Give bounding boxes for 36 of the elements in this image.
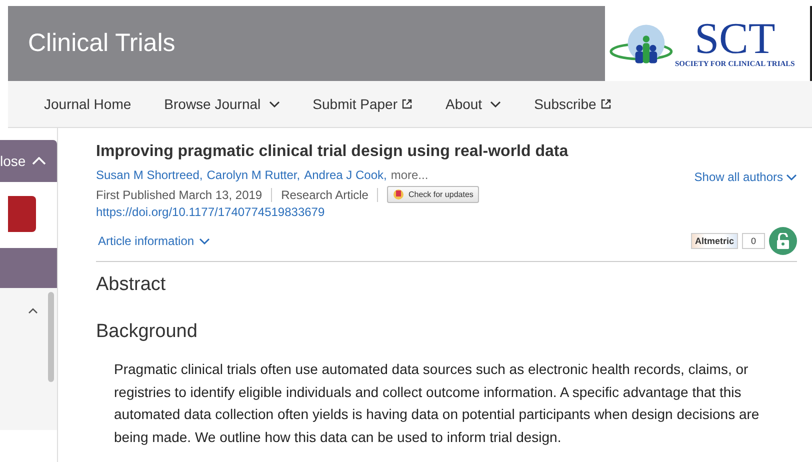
chevron-down-icon xyxy=(786,174,797,180)
check-updates-button[interactable]: Check for updates xyxy=(387,186,480,203)
author-link[interactable]: Andrea J Cook, xyxy=(304,168,387,182)
altmetric-count: 0 xyxy=(742,233,765,249)
sidebar-toggle[interactable]: lose xyxy=(0,140,57,182)
altmetric-badge[interactable]: Altmetric xyxy=(690,233,738,249)
author-link[interactable]: Susan M Shortreed, xyxy=(96,168,203,182)
badge-icon xyxy=(393,189,404,200)
scrollbar-thumb[interactable] xyxy=(48,292,54,382)
doi-link[interactable]: https://doi.org/10.1177/1740774519833679 xyxy=(96,205,325,219)
chevron-down-icon xyxy=(199,238,210,244)
article-info-link[interactable]: Article information xyxy=(98,234,210,248)
sidebar-tab[interactable] xyxy=(0,248,57,288)
chevron-up-icon xyxy=(32,157,46,165)
nav-link[interactable]: About xyxy=(445,96,502,112)
publication-date: First Published March 13, 2019 xyxy=(96,188,262,202)
show-all-authors-link[interactable]: Show all authors xyxy=(694,170,797,184)
sidebar-button[interactable] xyxy=(8,196,36,232)
nav-link[interactable]: Subscribe xyxy=(534,96,612,112)
chevron-down-icon xyxy=(268,100,280,108)
chevron-up-icon[interactable] xyxy=(28,308,38,314)
logo-wordmark: SCT xyxy=(694,19,776,59)
nav-link[interactable]: Browse Journal xyxy=(164,96,280,112)
subsection-heading: Background xyxy=(96,321,198,343)
article-type: Research Article xyxy=(281,188,368,202)
external-link-icon xyxy=(402,99,412,109)
nav-link[interactable]: Submit Paper xyxy=(312,96,412,112)
chevron-down-icon xyxy=(490,100,502,108)
section-heading: Abstract xyxy=(96,274,167,296)
nav-link[interactable]: Journal Home xyxy=(44,96,132,112)
article-title: Improving pragmatic clinical trial design using real-world data xyxy=(96,142,570,162)
journal-title[interactable]: Clinical Trials xyxy=(28,29,176,58)
more-authors-link[interactable]: more... xyxy=(390,168,428,182)
abstract-paragraph: Pragmatic clinical trials often use automated data sources such as electronic health records, claims, or registries to identify eligible individuals and collect outcome information. A specific advantage that this automated data collection often yields is having data on potential participants when design decisions are being made. We outline how this data can be used to inform trial design. xyxy=(114,360,760,447)
author-link[interactable]: Carolyn M Rutter, xyxy=(206,168,300,182)
external-link-icon xyxy=(601,99,612,109)
